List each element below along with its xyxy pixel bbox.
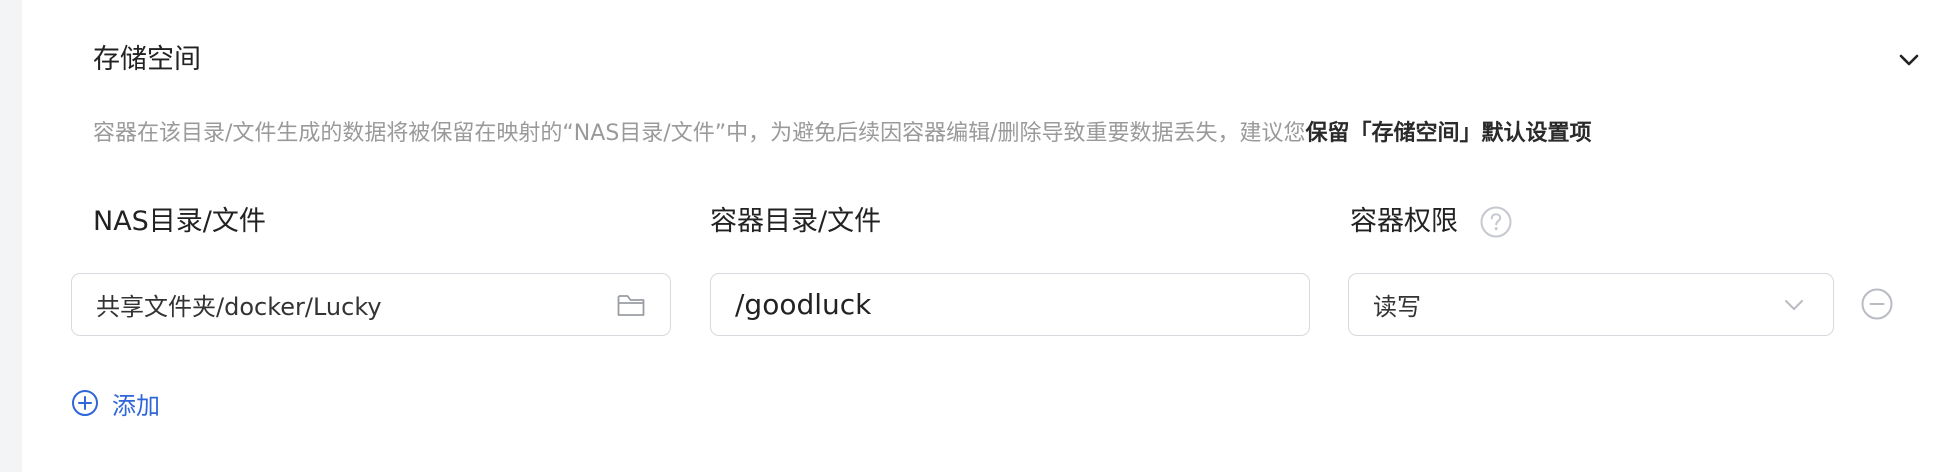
chevron-down-icon[interactable]	[1892, 43, 1926, 77]
container-path-input[interactable]: /goodluck	[710, 273, 1310, 336]
nas-path-value: 共享文件夹/docker/Lucky	[96, 293, 382, 321]
container-path-value: /goodluck	[735, 288, 872, 321]
permission-value: 读写	[1373, 293, 1421, 321]
storage-settings-card: 存储空间 容器在该目录/文件生成的数据将被保留在映射的“NAS目录/文件”中，为…	[22, 0, 1954, 472]
nas-path-label: NAS目录/文件	[93, 206, 266, 237]
hint-emphasis: 保留「存储空间」默认设置项	[1305, 121, 1592, 146]
add-circle-icon	[72, 390, 98, 416]
container-path-label: 容器目录/文件	[710, 206, 882, 237]
add-button[interactable]: 添加	[71, 385, 160, 421]
chevron-down-icon	[1785, 300, 1803, 310]
hint-text: 容器在该目录/文件生成的数据将被保留在映射的“NAS目录/文件”中，为避免后续因…	[93, 121, 1306, 146]
nas-path-field[interactable]: 共享文件夹/docker/Lucky	[71, 273, 671, 336]
permission-select[interactable]: 读写	[1348, 273, 1834, 336]
help-icon[interactable]	[1479, 205, 1513, 239]
permission-label: 容器权限	[1350, 206, 1458, 237]
add-label: 添加	[112, 391, 160, 420]
folder-icon[interactable]	[616, 291, 646, 319]
remove-row-icon[interactable]	[1860, 287, 1894, 321]
section-title: 存储空间	[93, 44, 201, 75]
storage-hint: 容器在该目录/文件生成的数据将被保留在映射的“NAS目录/文件”中，为避免后续因…	[93, 117, 1592, 151]
